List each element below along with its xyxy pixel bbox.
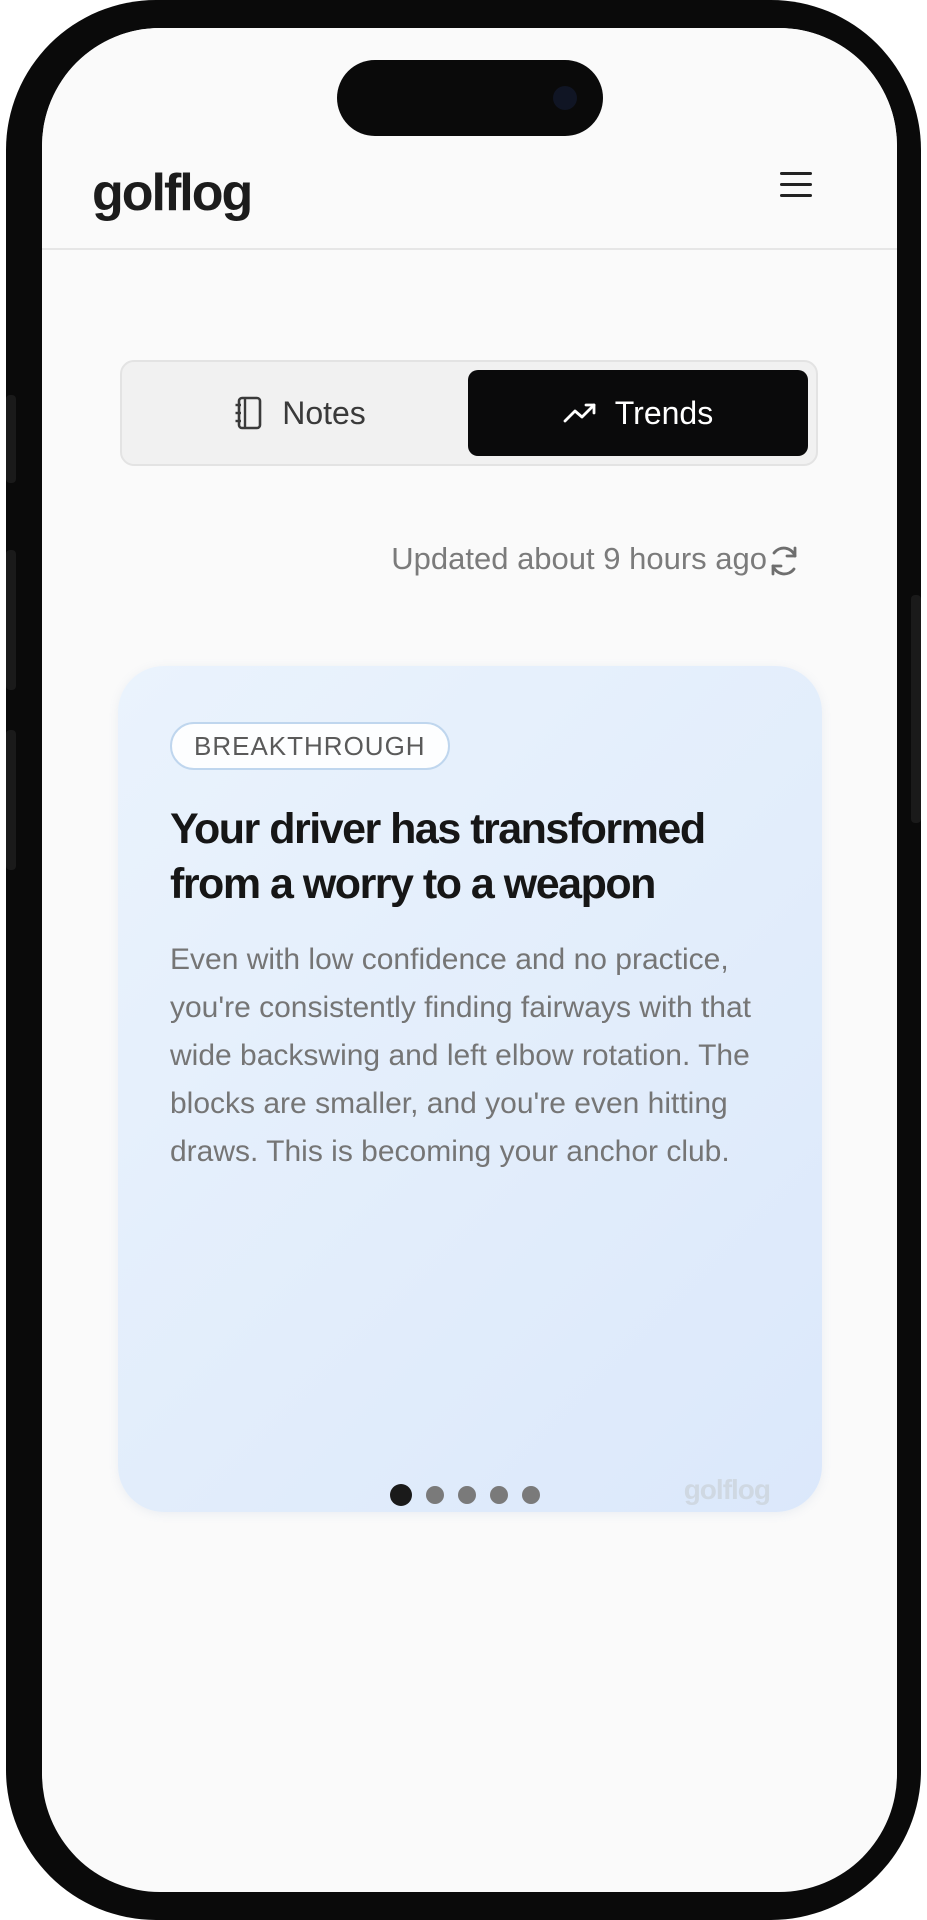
app-logo[interactable]: golflog [92,163,253,223]
carousel-dot-3[interactable] [458,1486,476,1504]
carousel-dot-1[interactable] [390,1484,412,1506]
notebook-icon [235,396,262,430]
volume-down-button [6,730,16,870]
tab-trends-label: Trends [614,394,714,431]
carousel-dot-4[interactable] [490,1486,508,1504]
phone-frame: golflog Notes Trends Updated about 9 hou… [6,0,921,1920]
camera-icon [553,86,577,110]
tab-notes-label: Notes [282,394,366,431]
insight-body: Even with low confidence and no practice… [170,943,752,1168]
refresh-icon[interactable] [766,543,802,579]
screen: golflog Notes Trends Updated about 9 hou… [42,28,897,1892]
updated-status: Updated about 9 hours ago [42,533,897,593]
view-toggle: Notes Trends [120,360,818,466]
carousel-pagination [390,1484,540,1506]
tab-notes[interactable]: Notes [130,370,470,456]
carousel-dot-2[interactable] [426,1486,444,1504]
tab-trends[interactable]: Trends [468,370,808,456]
hamburger-menu-icon[interactable] [780,170,816,200]
updated-timestamp: Updated about 9 hours ago [391,541,767,576]
dynamic-island [337,60,603,136]
insight-badge: BREAKTHROUGH [170,722,450,770]
insight-card[interactable]: BREAKTHROUGH Your driver has transformed… [118,666,822,1512]
trending-up-icon [563,403,596,423]
power-button [911,595,921,823]
action-button [6,395,16,483]
volume-up-button [6,550,16,690]
insight-title: Your driver has transformed from a worry… [170,805,706,908]
carousel-dot-5[interactable] [522,1486,540,1504]
card-watermark: golflog [683,1474,771,1505]
